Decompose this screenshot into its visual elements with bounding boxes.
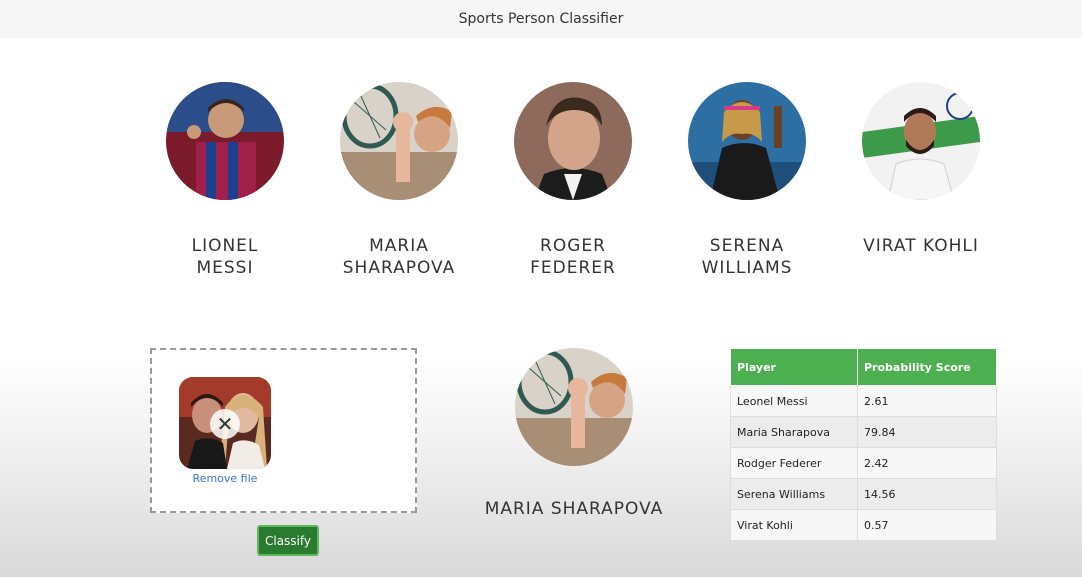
app-title: Sports Person Classifier [458,11,624,27]
player-card-serena: SERENA WILLIAMS [672,82,822,279]
column-header-probability: Probability Score [857,348,997,386]
table-header-row: Player Probability Score [730,348,997,386]
upload-dropzone[interactable]: ✕ Remove file [150,348,417,513]
table-row: Virat Kohli 0.57 [730,509,997,541]
player-card-kohli: VIRAT KOHLI [846,82,996,257]
player-name-sharapova: MARIA SHARAPOVA [342,236,456,278]
result-photo [515,348,633,466]
score-cell: 2.42 [857,447,997,479]
player-photo-serena [688,82,806,200]
player-card-messi: LIONEL MESSI [150,82,300,279]
remove-file-link[interactable]: Remove file [172,472,278,485]
table-row: Maria Sharapova 79.84 [730,416,997,448]
player-name-federer: ROGER FEDERER [530,236,616,278]
score-cell: 79.84 [857,416,997,448]
navbar: Sports Person Classifier [0,0,1082,38]
score-cell: 2.61 [857,385,997,417]
player-name-messi: LIONEL MESSI [191,236,259,278]
player-photo-messi [166,82,284,200]
player-cell: Maria Sharapova [730,416,858,448]
player-cell: Rodger Federer [730,447,858,479]
table-row: Leonel Messi 2.61 [730,385,997,417]
table-row: Serena Williams 14.56 [730,478,997,510]
player-photo-sharapova [340,82,458,200]
player-photo-kohli [862,82,980,200]
column-header-player: Player [730,348,858,386]
player-name-serena: SERENA WILLIAMS [701,236,793,278]
player-card-federer: ROGER FEDERER [498,82,648,279]
score-cell: 14.56 [857,478,997,510]
player-photo-federer [514,82,632,200]
result-card: MARIA SHARAPOVA [483,348,665,519]
uploaded-image-thumbnail: ✕ [179,377,271,469]
player-card-sharapova: MARIA SHARAPOVA [324,82,474,279]
player-cell: Leonel Messi [730,385,858,417]
remove-file-icon[interactable]: ✕ [210,409,240,439]
result-name: MARIA SHARAPOVA [484,499,664,519]
probability-table: Player Probability Score Leonel Messi 2.… [730,348,997,541]
classify-button[interactable]: Classify [257,525,319,556]
player-cell: Virat Kohli [730,509,858,541]
player-cell: Serena Williams [730,478,858,510]
player-name-kohli: VIRAT KOHLI [863,236,979,256]
score-cell: 0.57 [857,509,997,541]
table-row: Rodger Federer 2.42 [730,447,997,479]
